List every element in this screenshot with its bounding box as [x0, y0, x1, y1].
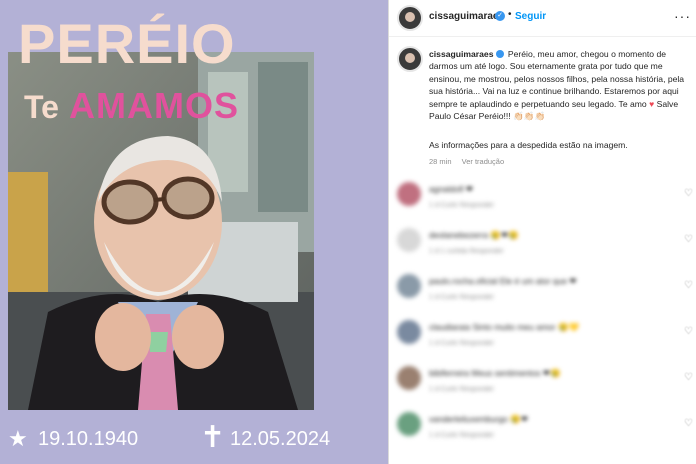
comment-meta: 1 d Curtir Responder [429, 340, 494, 347]
caption-text: cissaguimaraes Peréio, meu amor, chegou … [429, 48, 691, 122]
comment-item: claudiaraia Sinto muito meu amor 😢💛 1 d … [389, 316, 696, 362]
tribute-title: PERÉIO [18, 12, 236, 75]
comment-text: bibiferreira Meus sentimentos ❤😢 [429, 368, 561, 378]
comment-avatar[interactable] [397, 366, 421, 390]
verified-badge-icon: ✓ [495, 11, 505, 21]
avatar[interactable] [397, 5, 423, 31]
death-date: 12.05.2024 [230, 428, 331, 450]
comment-avatar[interactable] [397, 274, 421, 298]
header-username[interactable]: cissaguimaraes [429, 11, 504, 22]
comment-text: deolanebezerra 😢❤😢 [429, 230, 519, 240]
caption-username[interactable]: cissaguimaraes [429, 49, 494, 59]
tribute-subtitle: Te AMAMOS [24, 88, 239, 124]
comment-meta: 1 d Curtir Responder [429, 202, 494, 209]
verified-badge-icon [495, 50, 504, 58]
comment-text: claudiaraia Sinto muito meu amor 😢💛 [429, 322, 580, 332]
post-image[interactable]: PERÉIO Te AMAMOS ★ 19.10.1940 ✝ 12.05.202… [0, 0, 388, 464]
like-heart-icon[interactable]: ♡ [684, 280, 693, 291]
more-options-icon[interactable]: ··· [674, 8, 691, 24]
comment-text: paulo.rocha.oficial Ele é um ator que ❤ [429, 276, 577, 286]
caption-meta: 28 min Ver tradução [429, 157, 512, 166]
caption-avatar[interactable] [397, 46, 423, 72]
heart-emoji-icon: ♥ [649, 98, 655, 109]
comment-avatar[interactable] [397, 320, 421, 344]
translate-link[interactable]: Ver tradução [462, 157, 505, 166]
comment-text: vanderleiluxemburgo 😢❤ [429, 414, 528, 424]
clap-emoji-icon: 👏🏻👏🏻👏🏻 [513, 111, 546, 122]
post-header: cissaguimaraes ✓ • Seguir ··· [389, 0, 696, 37]
comment-item: deolanebezerra 😢❤😢 1 d 1 curtida Respond… [389, 224, 696, 270]
comment-item: paulo.rocha.oficial Ele é um ator que ❤ … [389, 270, 696, 316]
comment-meta: 1 d Curtir Responder [429, 432, 494, 439]
tribute-subtitle-te: Te [24, 89, 59, 125]
comment-meta: 1 d Curtir Responder [429, 294, 494, 301]
separator-dot: • [508, 9, 512, 20]
comment-avatar[interactable] [397, 412, 421, 436]
like-heart-icon[interactable]: ♡ [684, 234, 693, 245]
star-icon: ★ [8, 426, 28, 451]
like-heart-icon[interactable]: ♡ [684, 418, 693, 429]
life-dates: ★ 19.10.1940 ✝ 12.05.2024 [0, 420, 388, 460]
like-heart-icon[interactable]: ♡ [684, 326, 693, 337]
comment-avatar[interactable] [397, 228, 421, 252]
tribute-subtitle-amamos: AMAMOS [68, 85, 239, 126]
follow-button[interactable]: Seguir [515, 11, 546, 22]
like-heart-icon[interactable]: ♡ [684, 372, 693, 383]
comment-item: agnaldofl ❤ 1 d Curtir Responder ♡ [389, 178, 696, 224]
comment-item: bibiferreira Meus sentimentos ❤😢 1 d Cur… [389, 362, 696, 408]
cross-icon: ✝ [200, 421, 226, 454]
caption-note: As informações para a despedida estão na… [429, 140, 628, 150]
birth-date: 19.10.1940 [38, 428, 139, 450]
comment-text: agnaldofl ❤ [429, 184, 473, 194]
comment-meta: 1 d Curtir Responder [429, 386, 494, 393]
post-panel: cissaguimaraes ✓ • Seguir ··· cissaguima… [388, 0, 696, 464]
like-heart-icon[interactable]: ♡ [684, 188, 693, 199]
comment-item: vanderleiluxemburgo 😢❤ 1 d Curtir Respon… [389, 408, 696, 454]
comment-avatar[interactable] [397, 182, 421, 206]
post-time: 28 min [429, 157, 452, 166]
comment-meta: 1 d 1 curtida Responder [429, 248, 504, 255]
